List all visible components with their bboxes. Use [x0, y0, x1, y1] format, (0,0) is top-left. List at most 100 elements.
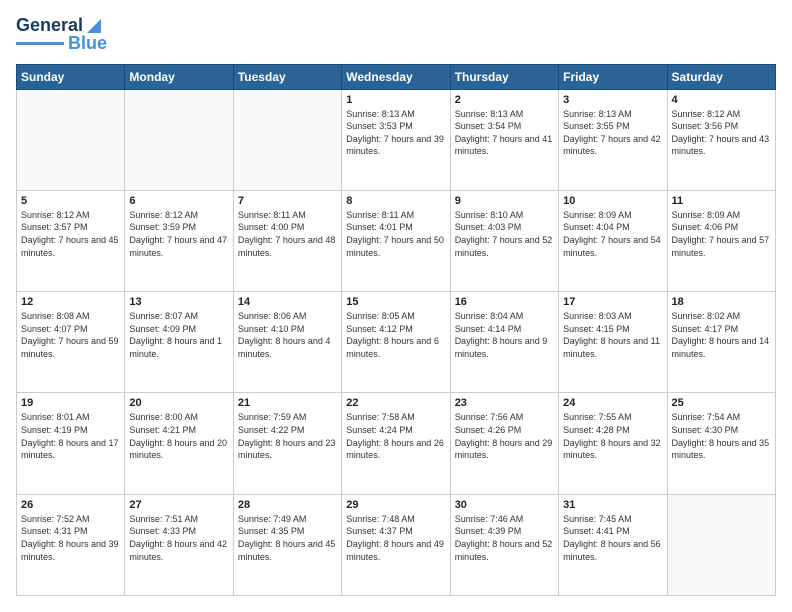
- day-number: 9: [455, 195, 554, 207]
- day-cell: 2 Sunrise: 8:13 AM Sunset: 3:54 PM Daylig…: [450, 89, 558, 190]
- day-info: Sunrise: 8:13 AM Sunset: 3:55 PM Dayligh…: [563, 108, 662, 158]
- week-row-4: 19 Sunrise: 8:01 AM Sunset: 4:19 PM Dayli…: [17, 393, 776, 494]
- day-number: 22: [346, 397, 445, 409]
- day-info: Sunrise: 8:12 AM Sunset: 3:56 PM Dayligh…: [672, 108, 771, 158]
- day-info: Sunrise: 8:00 AM Sunset: 4:21 PM Dayligh…: [129, 411, 228, 461]
- day-number: 26: [21, 499, 120, 511]
- day-info: Sunrise: 7:55 AM Sunset: 4:28 PM Dayligh…: [563, 411, 662, 461]
- page: General Blue SundayMondayTuesdayWednesda…: [0, 0, 792, 612]
- day-number: 16: [455, 296, 554, 308]
- day-number: 4: [672, 94, 771, 106]
- day-cell: 13Sunrise: 8:07 AM Sunset: 4:09 PM Dayli…: [125, 292, 233, 393]
- day-info: Sunrise: 7:56 AM Sunset: 4:26 PM Dayligh…: [455, 411, 554, 461]
- day-info: Sunrise: 8:08 AM Sunset: 4:07 PM Dayligh…: [21, 310, 120, 360]
- day-number: 29: [346, 499, 445, 511]
- day-cell: [667, 494, 775, 595]
- day-cell: [233, 89, 341, 190]
- calendar: SundayMondayTuesdayWednesdayThursdayFrid…: [16, 64, 776, 596]
- day-info: Sunrise: 8:03 AM Sunset: 4:15 PM Dayligh…: [563, 310, 662, 360]
- day-cell: 1 Sunrise: 8:13 AM Sunset: 3:53 PM Daylig…: [342, 89, 450, 190]
- weekday-header-sunday: Sunday: [17, 64, 125, 89]
- day-info: Sunrise: 7:45 AM Sunset: 4:41 PM Dayligh…: [563, 513, 662, 563]
- day-cell: 12 Sunrise: 8:08 AM Sunset: 4:07 PM Dayli…: [17, 292, 125, 393]
- weekday-header-saturday: Saturday: [667, 64, 775, 89]
- week-row-5: 26 Sunrise: 7:52 AM Sunset: 4:31 PM Dayli…: [17, 494, 776, 595]
- day-number: 12: [21, 296, 120, 308]
- day-info: Sunrise: 8:11 AM Sunset: 4:00 PM Dayligh…: [238, 209, 337, 259]
- day-info: Sunrise: 8:12 AM Sunset: 3:59 PM Dayligh…: [129, 209, 228, 259]
- week-row-1: 1 Sunrise: 8:13 AM Sunset: 3:53 PM Daylig…: [17, 89, 776, 190]
- day-number: 23: [455, 397, 554, 409]
- day-cell: 6 Sunrise: 8:12 AM Sunset: 3:59 PM Daylig…: [125, 190, 233, 291]
- weekday-header-wednesday: Wednesday: [342, 64, 450, 89]
- day-number: 2: [455, 94, 554, 106]
- day-info: Sunrise: 7:52 AM Sunset: 4:31 PM Dayligh…: [21, 513, 120, 563]
- day-info: Sunrise: 7:59 AM Sunset: 4:22 PM Dayligh…: [238, 411, 337, 461]
- day-info: Sunrise: 8:11 AM Sunset: 4:01 PM Dayligh…: [346, 209, 445, 259]
- day-number: 3: [563, 94, 662, 106]
- day-info: Sunrise: 7:54 AM Sunset: 4:30 PM Dayligh…: [672, 411, 771, 461]
- day-number: 27: [129, 499, 228, 511]
- day-info: Sunrise: 8:10 AM Sunset: 4:03 PM Dayligh…: [455, 209, 554, 259]
- day-cell: 25 Sunrise: 7:54 AM Sunset: 4:30 PM Dayli…: [667, 393, 775, 494]
- day-cell: [17, 89, 125, 190]
- day-cell: 18 Sunrise: 8:02 AM Sunset: 4:17 PM Dayli…: [667, 292, 775, 393]
- day-cell: 26 Sunrise: 7:52 AM Sunset: 4:31 PM Dayli…: [17, 494, 125, 595]
- day-info: Sunrise: 8:12 AM Sunset: 3:57 PM Dayligh…: [21, 209, 120, 259]
- day-cell: [125, 89, 233, 190]
- day-cell: 20 Sunrise: 8:00 AM Sunset: 4:21 PM Dayli…: [125, 393, 233, 494]
- day-cell: 31 Sunrise: 7:45 AM Sunset: 4:41 PM Dayli…: [559, 494, 667, 595]
- day-info: Sunrise: 8:01 AM Sunset: 4:19 PM Dayligh…: [21, 411, 120, 461]
- day-cell: 7 Sunrise: 8:11 AM Sunset: 4:00 PM Daylig…: [233, 190, 341, 291]
- day-info: Sunrise: 8:02 AM Sunset: 4:17 PM Dayligh…: [672, 310, 771, 360]
- day-number: 17: [563, 296, 662, 308]
- day-number: 5: [21, 195, 120, 207]
- day-number: 24: [563, 397, 662, 409]
- day-cell: 15 Sunrise: 8:05 AM Sunset: 4:12 PM Dayli…: [342, 292, 450, 393]
- logo-text-blue: Blue: [68, 34, 107, 54]
- day-number: 20: [129, 397, 228, 409]
- header: General Blue: [16, 16, 776, 54]
- day-info: Sunrise: 7:46 AM Sunset: 4:39 PM Dayligh…: [455, 513, 554, 563]
- day-info: Sunrise: 8:13 AM Sunset: 3:54 PM Dayligh…: [455, 108, 554, 158]
- day-number: 30: [455, 499, 554, 511]
- day-cell: 29 Sunrise: 7:48 AM Sunset: 4:37 PM Dayli…: [342, 494, 450, 595]
- day-cell: 4 Sunrise: 8:12 AM Sunset: 3:56 PM Daylig…: [667, 89, 775, 190]
- day-cell: 16 Sunrise: 8:04 AM Sunset: 4:14 PM Dayli…: [450, 292, 558, 393]
- day-info: Sunrise: 8:13 AM Sunset: 3:53 PM Dayligh…: [346, 108, 445, 158]
- logo: General Blue: [16, 16, 107, 54]
- day-number: 19: [21, 397, 120, 409]
- day-info: Sunrise: 7:58 AM Sunset: 4:24 PM Dayligh…: [346, 411, 445, 461]
- day-number: 14: [238, 296, 337, 308]
- day-cell: 21 Sunrise: 7:59 AM Sunset: 4:22 PM Dayli…: [233, 393, 341, 494]
- week-row-3: 12 Sunrise: 8:08 AM Sunset: 4:07 PM Dayli…: [17, 292, 776, 393]
- day-info: Sunrise: 8:09 AM Sunset: 4:06 PM Dayligh…: [672, 209, 771, 259]
- day-number: 6: [129, 195, 228, 207]
- day-info: Sunrise: 8:04 AM Sunset: 4:14 PM Dayligh…: [455, 310, 554, 360]
- day-cell: 8Sunrise: 8:11 AM Sunset: 4:01 PM Daylig…: [342, 190, 450, 291]
- day-info: Sunrise: 7:49 AM Sunset: 4:35 PM Dayligh…: [238, 513, 337, 563]
- day-number: 25: [672, 397, 771, 409]
- day-cell: 14 Sunrise: 8:06 AM Sunset: 4:10 PM Dayli…: [233, 292, 341, 393]
- day-info: Sunrise: 7:51 AM Sunset: 4:33 PM Dayligh…: [129, 513, 228, 563]
- day-number: 21: [238, 397, 337, 409]
- day-number: 18: [672, 296, 771, 308]
- weekday-header-row: SundayMondayTuesdayWednesdayThursdayFrid…: [17, 64, 776, 89]
- day-cell: 17 Sunrise: 8:03 AM Sunset: 4:15 PM Dayli…: [559, 292, 667, 393]
- day-number: 31: [563, 499, 662, 511]
- day-cell: 5 Sunrise: 8:12 AM Sunset: 3:57 PM Daylig…: [17, 190, 125, 291]
- day-cell: 11 Sunrise: 8:09 AM Sunset: 4:06 PM Dayli…: [667, 190, 775, 291]
- day-number: 11: [672, 195, 771, 207]
- day-info: Sunrise: 7:48 AM Sunset: 4:37 PM Dayligh…: [346, 513, 445, 563]
- day-cell: 10Sunrise: 8:09 AM Sunset: 4:04 PM Dayli…: [559, 190, 667, 291]
- day-number: 7: [238, 195, 337, 207]
- weekday-header-tuesday: Tuesday: [233, 64, 341, 89]
- day-info: Sunrise: 8:06 AM Sunset: 4:10 PM Dayligh…: [238, 310, 337, 360]
- day-cell: 23 Sunrise: 7:56 AM Sunset: 4:26 PM Dayli…: [450, 393, 558, 494]
- weekday-header-monday: Monday: [125, 64, 233, 89]
- day-number: 1: [346, 94, 445, 106]
- day-number: 15: [346, 296, 445, 308]
- weekday-header-friday: Friday: [559, 64, 667, 89]
- day-info: Sunrise: 8:05 AM Sunset: 4:12 PM Dayligh…: [346, 310, 445, 360]
- weekday-header-thursday: Thursday: [450, 64, 558, 89]
